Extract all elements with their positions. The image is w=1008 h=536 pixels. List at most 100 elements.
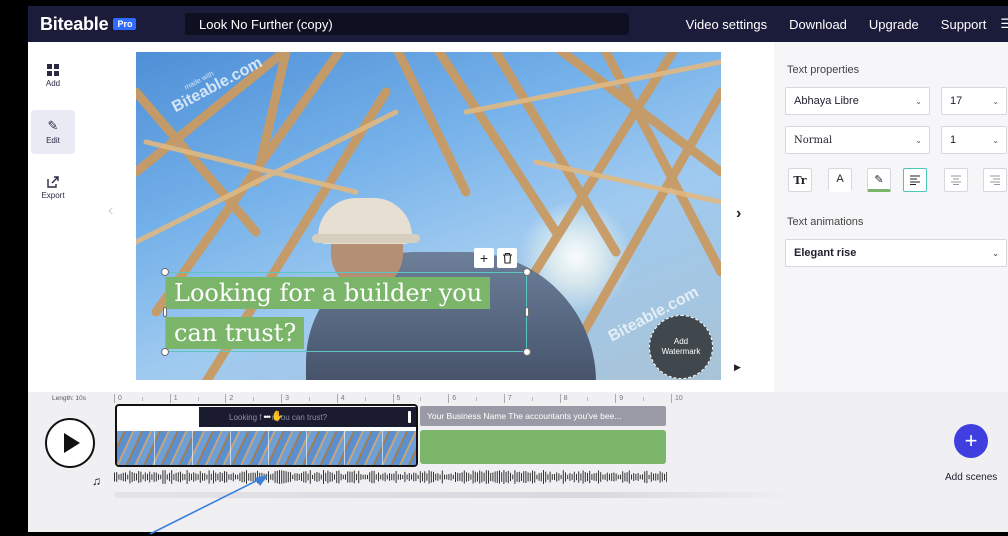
chevron-down-icon: ⌄ [992, 96, 999, 106]
ruler-minor-tick [531, 397, 533, 401]
ruler-minor-tick [141, 397, 143, 401]
project-title-input[interactable]: Look No Further (copy) [185, 13, 629, 35]
music-note-icon[interactable]: ♫ [92, 474, 101, 488]
chevron-down-icon: ⌄ [992, 248, 999, 258]
ruler-tick: 8 [559, 394, 568, 403]
text-color-button[interactable]: A [828, 168, 852, 192]
text-selection-box[interactable]: Looking for a builder you can trust? [161, 268, 531, 356]
next-scene-icon[interactable]: › [736, 205, 741, 223]
sidebar-item-add[interactable]: Add [31, 54, 75, 98]
font-style-select[interactable]: Normal ⌄ [785, 126, 930, 154]
more-options-icon[interactable]: ••• [263, 412, 271, 422]
ruler-tick: 2 [225, 394, 233, 403]
scene-1-clip[interactable]: Looking f ••• r you can trust? ✋ [115, 404, 418, 467]
video-length-label: Length: 10s [52, 395, 86, 402]
properties-panel: Text properties Abhaya Libre ⌄ 17 ⌄ Norm… [774, 42, 1008, 392]
sidebar-item-export[interactable]: Export [31, 166, 75, 210]
video-preview[interactable]: made with Biteable.com Biteable.com + Lo… [136, 52, 721, 380]
chevron-down-icon: ⌄ [915, 135, 922, 145]
add-watermark-label-2: Watermark [661, 347, 701, 356]
add-scenes-button[interactable]: + [954, 424, 988, 458]
biteable-logo[interactable]: Biteable [40, 14, 109, 35]
video-settings-link[interactable]: Video settings [686, 17, 767, 32]
upgrade-link[interactable]: Upgrade [869, 17, 919, 32]
sidebar-item-label: Edit [46, 136, 60, 145]
text-case-button[interactable]: Tr [788, 168, 812, 192]
pencil-icon: ✎ [47, 118, 59, 133]
trash-icon[interactable] [497, 248, 517, 268]
text-case-label: Tr [793, 173, 807, 187]
add-text-icon[interactable]: + [474, 248, 494, 268]
export-icon [47, 176, 59, 188]
ruler-minor-tick [197, 397, 199, 401]
timeline: Length: 10s 0 1 2 3 4 5 6 7 8 9 10 Looking f ••• r… [28, 392, 1008, 532]
scene-2-clip[interactable] [420, 430, 666, 464]
ruler-tick: 0 [114, 394, 122, 403]
ruler-minor-tick [420, 397, 422, 401]
chevron-down-icon: ⌄ [915, 96, 922, 106]
canvas-stage: ‹ › ▶ made with Biteable.com Biteable.co… [78, 42, 774, 392]
align-right-icon [990, 175, 1000, 185]
plus-icon: + [964, 428, 978, 453]
text-tools: + [471, 248, 517, 268]
align-center-icon [951, 175, 961, 185]
grid-icon [47, 64, 59, 76]
scene-1-text-track[interactable]: Looking f ••• r you can trust? ✋ [199, 407, 416, 427]
text-line-1[interactable]: Looking for a builder you [166, 277, 491, 309]
font-family-value: Abhaya Libre [794, 95, 859, 107]
resize-handle-bottom-left[interactable] [161, 348, 169, 356]
add-watermark-button[interactable]: Add Watermark [649, 315, 713, 379]
align-left-icon [910, 175, 920, 185]
hard-hat-brim [312, 234, 420, 243]
play-preview-icon[interactable]: ▶ [734, 362, 741, 373]
ruler-minor-tick [476, 397, 478, 401]
scene-1-text-before: Looking f [229, 412, 262, 422]
pro-badge: Pro [113, 18, 137, 30]
font-style-value: Normal [794, 134, 833, 146]
line-spacing-value: 1 [950, 134, 957, 146]
download-link[interactable]: Download [789, 17, 847, 32]
trim-handle[interactable] [408, 411, 411, 423]
add-scenes-label: Add scenes [945, 472, 998, 483]
add-watermark-label-1: Add [673, 337, 689, 346]
animation-select[interactable]: Elegant rise ⌄ [785, 239, 1007, 267]
hand-cursor-icon: ✋ [271, 411, 284, 422]
hamburger-icon[interactable]: ☰ [1000, 16, 1008, 32]
highlight-button[interactable]: ✎ [867, 168, 891, 192]
resize-handle-bottom-right[interactable] [523, 348, 531, 356]
support-link[interactable]: Support [941, 17, 987, 32]
resize-handle-left[interactable] [163, 307, 167, 317]
ruler-tick: 1 [169, 394, 178, 403]
ruler-minor-tick [364, 397, 366, 401]
ruler-tick: 5 [392, 394, 400, 403]
previous-scene-icon[interactable]: ‹ [108, 202, 113, 220]
ruler-tick: 7 [503, 394, 512, 403]
time-ruler: 0 1 2 3 4 5 6 7 8 9 10 [114, 394, 714, 404]
text-properties-title: Text properties [787, 64, 860, 76]
left-sidebar: Add ✎ Edit Export [28, 42, 78, 392]
audio-waveform[interactable] [114, 470, 667, 484]
resize-handle-right[interactable] [525, 307, 529, 317]
resize-handle-top-right[interactable] [523, 268, 531, 276]
ruler-minor-tick [643, 397, 645, 401]
timeline-scrollbar[interactable] [114, 492, 794, 498]
align-center-button[interactable] [944, 168, 968, 192]
line-spacing-select[interactable]: 1 ⌄ [941, 126, 1007, 154]
scene-1-filmstrip[interactable] [117, 431, 416, 465]
chevron-down-icon: ⌄ [992, 135, 999, 145]
resize-handle-top-left[interactable] [161, 268, 169, 276]
font-size-select[interactable]: 17 ⌄ [941, 87, 1007, 115]
align-right-button[interactable] [983, 168, 1007, 192]
font-size-value: 17 [950, 95, 963, 107]
ruler-tick: 6 [448, 394, 456, 403]
ruler-tick: 3 [281, 394, 289, 403]
text-line-2[interactable]: can trust? [166, 317, 305, 349]
ruler-minor-tick [308, 397, 310, 401]
font-family-select[interactable]: Abhaya Libre ⌄ [785, 87, 930, 115]
align-left-button[interactable] [903, 168, 927, 192]
sidebar-item-label: Export [41, 191, 65, 200]
ruler-tick: 9 [615, 394, 623, 403]
play-button[interactable] [45, 418, 95, 468]
scene-2-text-track[interactable]: Your Business Name The accountants you'v… [420, 406, 666, 426]
sidebar-item-edit[interactable]: ✎ Edit [31, 110, 75, 154]
